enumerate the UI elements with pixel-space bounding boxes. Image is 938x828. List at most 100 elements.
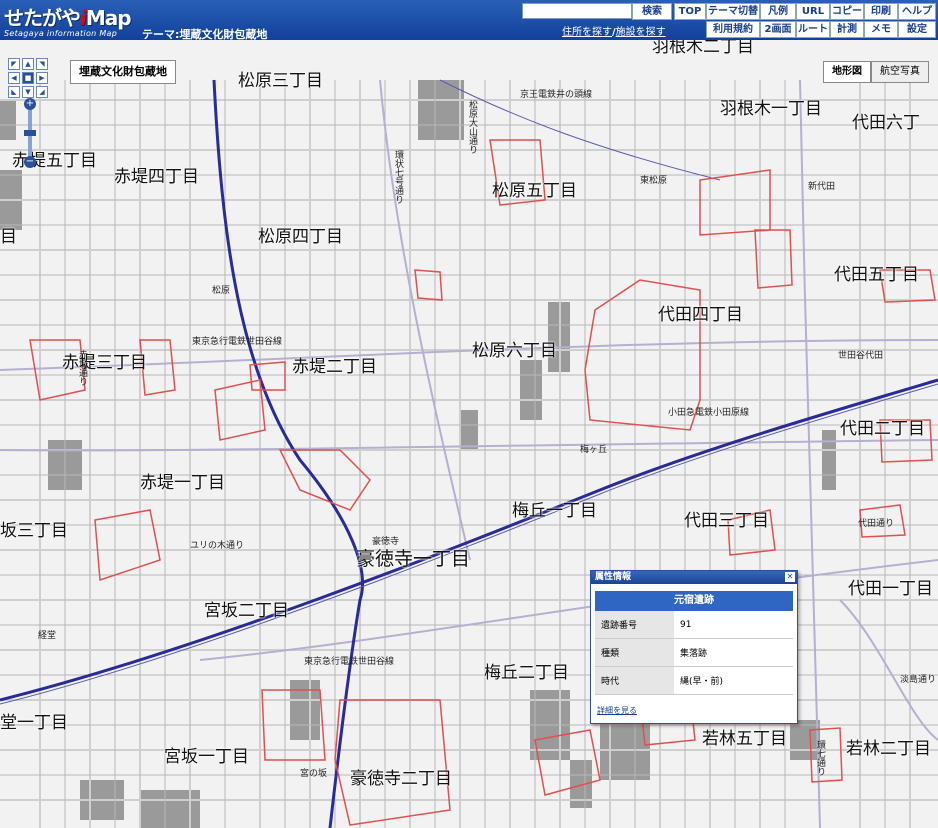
help-button[interactable]: ヘルプ bbox=[898, 3, 936, 20]
popup-header-title: 属性情報 bbox=[595, 572, 632, 582]
place-label: 堂一丁目 bbox=[0, 713, 68, 733]
route-button[interactable]: ルート bbox=[796, 21, 830, 38]
topo-map-button[interactable]: 地形図 bbox=[823, 61, 871, 83]
top-button[interactable]: TOP bbox=[674, 3, 706, 20]
rail-label: 東京急行電鉄世田谷線 bbox=[192, 337, 283, 347]
attribute-value: 91 bbox=[674, 611, 793, 639]
attribute-key: 時代 bbox=[595, 666, 674, 695]
copy-button[interactable]: コピー bbox=[830, 3, 864, 20]
aerial-photo-button[interactable]: 航空写真 bbox=[871, 61, 929, 83]
place-label: 赤堤二丁目 bbox=[292, 357, 377, 377]
station-label: 東松原 bbox=[640, 176, 668, 186]
place-label: 目 bbox=[0, 227, 17, 247]
place-label: 坂三丁目 bbox=[0, 521, 68, 541]
table-row: 種類 集落跡 bbox=[595, 638, 793, 667]
road-label: 松原大山通り bbox=[467, 100, 477, 154]
pan-east-icon[interactable]: ▶ bbox=[36, 72, 48, 84]
header-bar: せたがやiMap Setagaya information Map テーマ:埋蔵… bbox=[0, 0, 938, 41]
theme-layer-button[interactable]: 埋蔵文化財包蔵地 bbox=[70, 60, 176, 84]
pan-southwest-icon[interactable]: ◣ bbox=[8, 86, 20, 98]
search-links: 住所を探す/施設を探す bbox=[562, 23, 666, 38]
popup-site-title: 元宿遺跡 bbox=[595, 591, 793, 611]
place-label: 代田二丁目 bbox=[840, 419, 925, 439]
road-label: 環状七号通り bbox=[393, 150, 403, 204]
place-label: 豪徳寺一丁目 bbox=[356, 548, 471, 570]
place-label: 松原三丁目 bbox=[238, 71, 323, 91]
place-label: 代田五丁目 bbox=[834, 265, 919, 285]
legend-button[interactable]: 凡例 bbox=[760, 3, 796, 20]
station-label: 京王電鉄井の頭線 bbox=[520, 90, 593, 100]
pan-control: ◤ ▲ ◥ ◀ ■ ▶ ◣ ▼ ◢ bbox=[8, 58, 52, 102]
station-label: 新代田 bbox=[808, 182, 836, 192]
station-label: 梅ヶ丘 bbox=[580, 445, 608, 455]
rail-label: 小田急電鉄小田原線 bbox=[668, 408, 750, 418]
place-label: 若林五丁目 bbox=[702, 729, 787, 749]
place-label: 梅丘二丁目 bbox=[484, 663, 569, 683]
facility-search-link[interactable]: 施設を探す bbox=[616, 27, 666, 38]
place-label: 羽根木二丁目 bbox=[652, 40, 754, 57]
close-icon[interactable]: ✕ bbox=[785, 572, 795, 582]
pan-northeast-icon[interactable]: ◥ bbox=[36, 58, 48, 70]
popup-header: 属性情報 ✕ bbox=[591, 571, 797, 584]
road-label: ユリの木通り bbox=[190, 541, 245, 551]
rail-label: 東京急行電鉄世田谷線 bbox=[304, 657, 395, 667]
theme-switch-button[interactable]: テーマ切替 bbox=[706, 3, 760, 20]
pan-northwest-icon[interactable]: ◤ bbox=[8, 58, 20, 70]
place-label: 若林二丁目 bbox=[846, 739, 931, 759]
station-label: 世田谷代田 bbox=[838, 351, 884, 361]
pan-center-icon[interactable]: ■ bbox=[22, 72, 34, 84]
road-label: 淡島通り bbox=[900, 675, 937, 685]
map-canvas[interactable]: 松原三丁目 羽根木一丁目 代田六丁 赤堤五丁目 赤堤四丁目 松原五丁目 松原四丁… bbox=[0, 40, 938, 828]
pan-southeast-icon[interactable]: ◢ bbox=[36, 86, 48, 98]
address-search-link[interactable]: 住所を探す bbox=[562, 27, 612, 38]
place-label: 宮坂一丁目 bbox=[164, 747, 249, 767]
zoom-out-button[interactable]: − bbox=[24, 156, 36, 168]
logo-text: せたがやiMap bbox=[4, 6, 132, 30]
place-label: 松原四丁目 bbox=[258, 227, 343, 247]
dual-screen-button[interactable]: 2画面 bbox=[760, 21, 796, 38]
attribute-key: 遺跡番号 bbox=[595, 611, 674, 639]
search-input[interactable] bbox=[522, 3, 632, 19]
details-link[interactable]: 詳細を見る bbox=[597, 705, 637, 716]
place-label: 赤堤一丁目 bbox=[140, 473, 225, 493]
place-label: 赤堤四丁目 bbox=[114, 167, 199, 187]
print-button[interactable]: 印刷 bbox=[864, 3, 898, 20]
zoom-in-button[interactable]: + bbox=[24, 98, 36, 110]
attribute-value: 集落跡 bbox=[674, 638, 793, 667]
place-label: 豪徳寺二丁目 bbox=[350, 769, 452, 789]
terms-button[interactable]: 利用規約 bbox=[706, 21, 760, 38]
table-row: 時代 縄(早・前) bbox=[595, 666, 793, 695]
place-label: 羽根木一丁目 bbox=[720, 99, 822, 119]
measure-button[interactable]: 計測 bbox=[830, 21, 864, 38]
road-label: 代田通り bbox=[858, 519, 895, 529]
place-label: 赤堤三丁目 bbox=[62, 353, 147, 373]
place-label: 宮坂二丁目 bbox=[204, 601, 289, 621]
zoom-slider-thumb[interactable] bbox=[24, 130, 36, 136]
logo-subtitle: Setagaya information Map bbox=[4, 29, 118, 38]
attribute-key: 種類 bbox=[595, 638, 674, 667]
station-label: 宮の坂 bbox=[300, 769, 328, 779]
popup-attribute-table: 遺跡番号 91 種類 集落跡 時代 縄(早・前) bbox=[595, 611, 793, 695]
station-label: 松原 bbox=[212, 286, 231, 296]
place-label: 代田六丁 bbox=[852, 113, 920, 133]
place-label: 代田三丁目 bbox=[684, 511, 769, 531]
place-label: 松原六丁目 bbox=[472, 341, 557, 361]
url-button[interactable]: URL bbox=[796, 3, 830, 20]
road-label: 赤堤通り bbox=[77, 350, 87, 386]
place-label: 梅丘一丁目 bbox=[512, 501, 597, 521]
station-label: 豪徳寺 bbox=[372, 537, 400, 547]
attribute-value: 縄(早・前) bbox=[674, 666, 793, 695]
pan-south-icon[interactable]: ▼ bbox=[22, 86, 34, 98]
memo-button[interactable]: メモ bbox=[864, 21, 898, 38]
search-button[interactable]: 検索 bbox=[632, 3, 672, 20]
settings-button[interactable]: 設定 bbox=[898, 21, 936, 38]
place-label: 代田一丁目 bbox=[848, 579, 933, 599]
pan-west-icon[interactable]: ◀ bbox=[8, 72, 20, 84]
place-label: 代田四丁目 bbox=[658, 305, 743, 325]
table-row: 遺跡番号 91 bbox=[595, 611, 793, 639]
station-label: 経堂 bbox=[38, 631, 57, 641]
attribute-popup: 属性情報 ✕ 元宿遺跡 遺跡番号 91 種類 集落跡 時代 縄(早・前) 詳細を見る bbox=[590, 570, 798, 724]
app-logo[interactable]: せたがやiMap Setagaya information Map bbox=[4, 2, 132, 38]
pan-north-icon[interactable]: ▲ bbox=[22, 58, 34, 70]
road-label: 環七通り bbox=[815, 740, 825, 776]
